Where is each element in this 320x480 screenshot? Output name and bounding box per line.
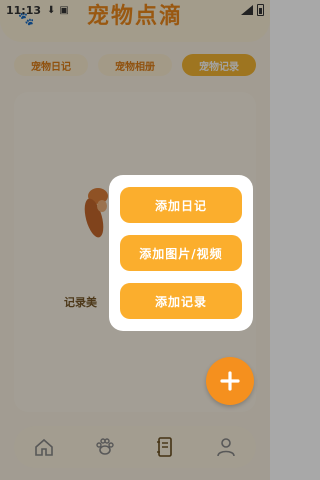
plus-icon xyxy=(220,371,240,391)
status-bar: 11:13 ⬇ ▣ xyxy=(0,0,270,20)
app-a-icon: ▣ xyxy=(59,4,69,16)
add-media-button[interactable]: 添加图片/视频 xyxy=(120,235,242,271)
status-time: 11:13 xyxy=(6,3,42,17)
add-record-button[interactable]: 添加记录 xyxy=(120,283,242,319)
add-menu-popup: 添加日记 添加图片/视频 添加记录 xyxy=(109,175,253,331)
download-icon: ⬇ xyxy=(47,4,56,16)
signal-icon xyxy=(241,5,253,15)
battery-icon xyxy=(257,4,264,16)
add-fab-button[interactable] xyxy=(206,357,254,405)
status-right xyxy=(241,4,264,16)
add-diary-button[interactable]: 添加日记 xyxy=(120,187,242,223)
